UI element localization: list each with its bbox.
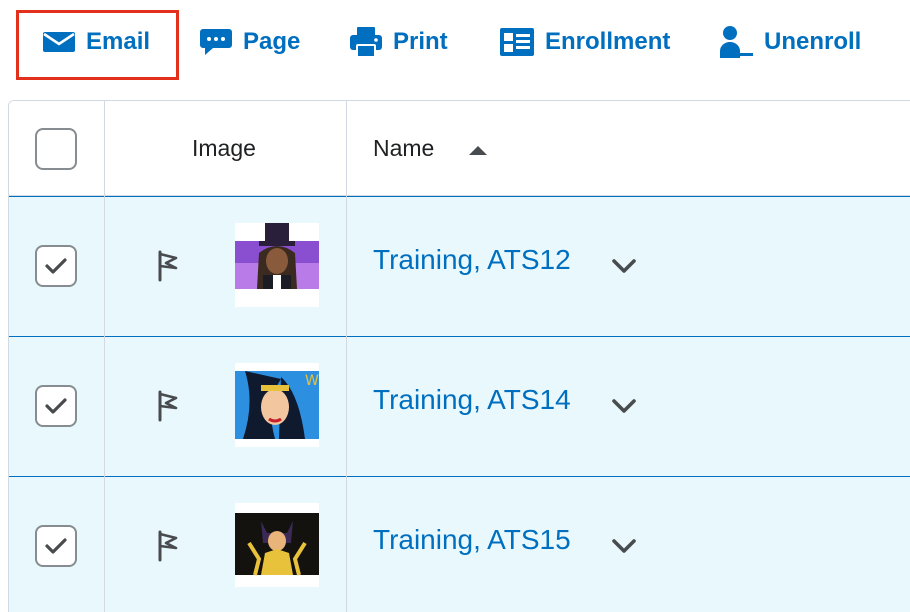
sort-ascending-icon[interactable]	[467, 143, 489, 161]
flag-icon[interactable]	[156, 390, 180, 427]
checkmark-icon	[45, 258, 67, 274]
page-button[interactable]: Page	[199, 20, 300, 64]
table-row: W Training, ATS14	[9, 336, 910, 476]
print-button[interactable]: Print	[349, 20, 448, 64]
email-button[interactable]: Email	[42, 20, 150, 64]
chevron-down-icon[interactable]	[610, 537, 638, 560]
table-row: Training, ATS12	[9, 196, 910, 336]
person-remove-icon	[718, 25, 754, 59]
table-header: Image Name	[9, 101, 910, 196]
image-column-header: Image	[192, 135, 256, 161]
print-button-label: Print	[393, 28, 448, 55]
email-button-label: Email	[86, 28, 151, 55]
student-name-link[interactable]: Training, ATS14	[373, 384, 571, 416]
flag-icon[interactable]	[156, 250, 180, 287]
svg-text:W: W	[305, 373, 319, 389]
enrollment-button-label: Enrollment	[545, 28, 671, 55]
unenroll-button[interactable]: Unenroll	[718, 20, 861, 64]
column-divider	[104, 101, 105, 612]
row-checkbox[interactable]	[35, 525, 77, 567]
chevron-down-icon[interactable]	[610, 257, 638, 280]
student-name-link[interactable]: Training, ATS15	[373, 524, 571, 556]
chevron-down-icon[interactable]	[610, 397, 638, 420]
id-card-icon	[499, 27, 535, 57]
purple-magician-avatar	[235, 223, 319, 307]
row-checkbox[interactable]	[35, 385, 77, 427]
chat-bubble-icon	[199, 27, 233, 57]
row-checkbox[interactable]	[35, 245, 77, 287]
student-name-link[interactable]: Training, ATS12	[373, 244, 571, 276]
dark-bat-avatar	[235, 503, 319, 587]
select-all-checkbox[interactable]	[35, 128, 77, 170]
name-column-header[interactable]: Name	[373, 135, 434, 162]
checkmark-icon	[45, 538, 67, 554]
classlist-table: Image Name Training, ATS12 W Training, A…	[8, 100, 910, 612]
envelope-icon	[42, 30, 76, 54]
enrollment-button[interactable]: Enrollment	[499, 20, 670, 64]
column-divider	[346, 101, 347, 612]
blue-heroine-avatar: W	[235, 363, 319, 447]
checkmark-icon	[45, 398, 67, 414]
table-row: Training, ATS15	[9, 476, 910, 612]
action-toolbar: Email Page Print Enrollment Unenroll	[0, 0, 910, 90]
unenroll-button-label: Unenroll	[764, 28, 862, 55]
printer-icon	[349, 25, 383, 59]
page-button-label: Page	[243, 28, 301, 55]
flag-icon[interactable]	[156, 530, 180, 567]
